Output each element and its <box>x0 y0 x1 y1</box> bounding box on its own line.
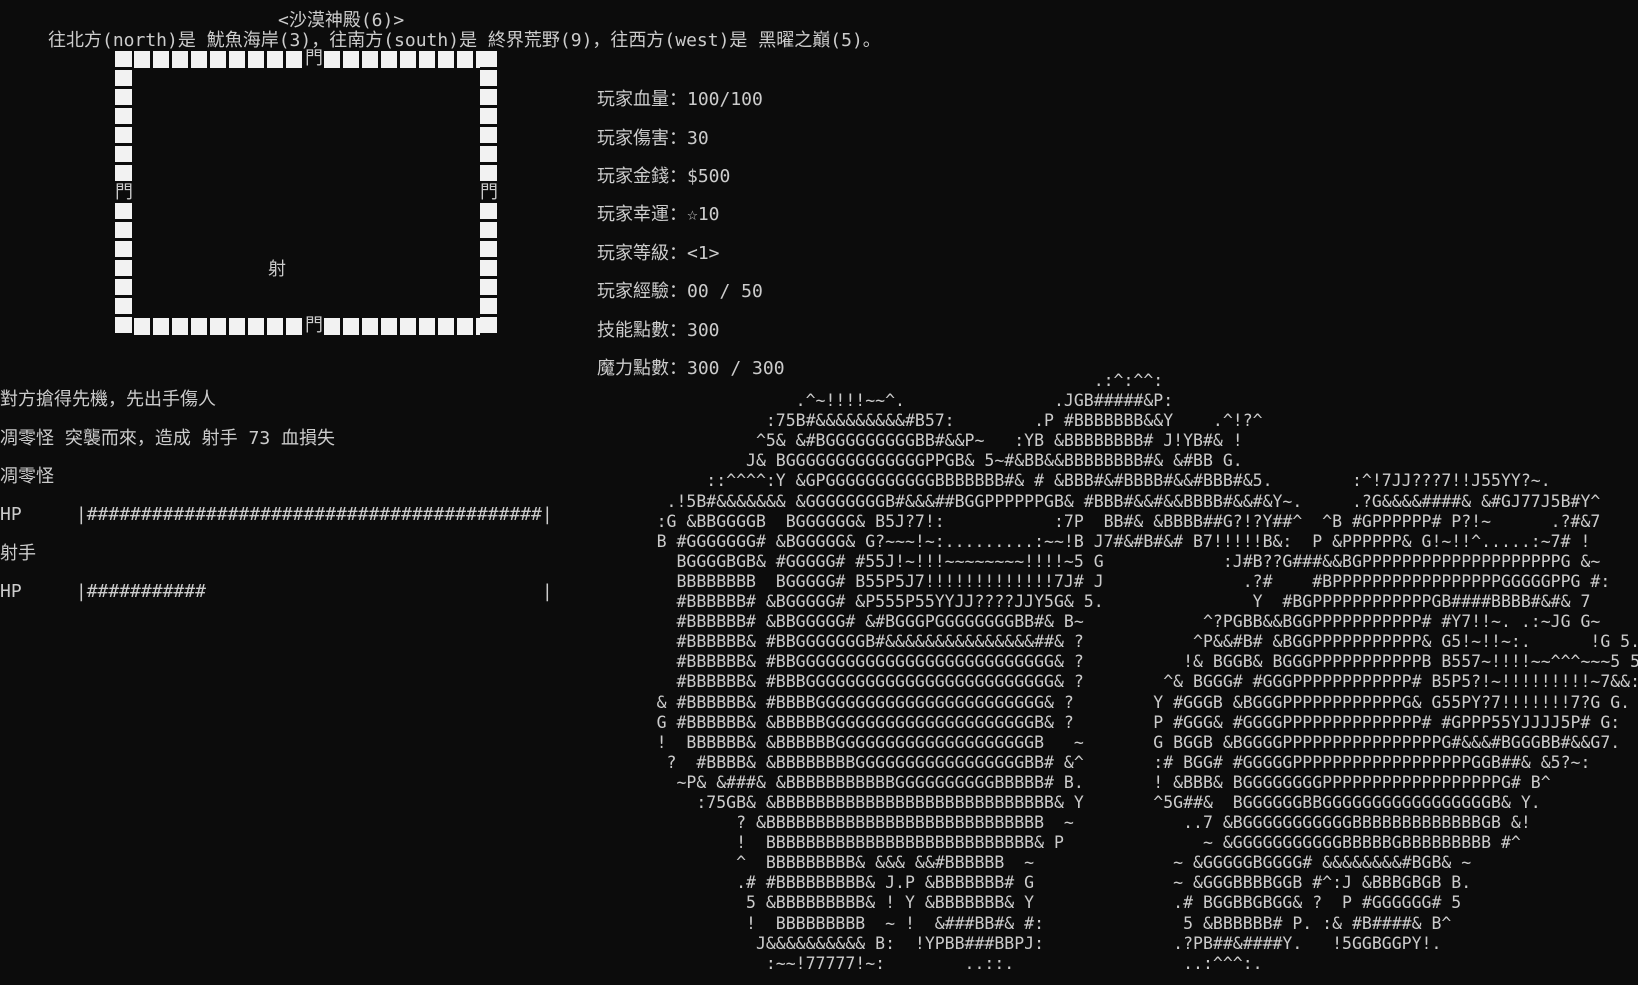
door-west[interactable]: 門 <box>115 183 133 203</box>
stat-label: 玩家金錢 <box>597 166 669 188</box>
door-south[interactable]: 門 <box>305 316 323 336</box>
stat-label: 玩家幸運 <box>597 204 669 226</box>
stat-value: $500 <box>687 166 731 188</box>
stat-row: 玩家等級：<1> <box>597 242 720 264</box>
enemy-name: 凋零怪 <box>0 466 54 488</box>
player-stats: 玩家血量：100/100 玩家傷害：30 玩家金錢：$500 玩家幸運：☆10 … <box>597 71 785 397</box>
stat-value: 300 <box>687 319 720 341</box>
player-name: 射手 <box>0 542 36 564</box>
room-title: <沙漠神殿(6)> <box>278 10 405 31</box>
stat-row: 技能點數：300 <box>597 319 720 341</box>
stat-label: 玩家血量 <box>597 89 669 111</box>
stat-label: 技能點數 <box>597 319 669 341</box>
stat-row: 玩家傷害：30 <box>597 127 709 149</box>
player-hp-bar: |########### | <box>75 581 553 603</box>
battle-log: 對方搶得先機，先出手傷人 凋零怪 突襲而來，造成 射手 73 血損失 凋零怪 H… <box>0 371 553 621</box>
stat-row: 玩家血量：100/100 <box>597 89 763 111</box>
stat-row: 玩家幸運：☆10 <box>597 204 720 226</box>
door-east[interactable]: 門 <box>480 183 498 203</box>
stat-value: 100/100 <box>687 89 763 111</box>
exits-description: 往北方(north)是 魷魚海岸(3)，往南方(south)是 終界荒野(9)，… <box>48 30 881 51</box>
stat-label: 玩家經驗 <box>597 281 669 303</box>
enemy-hp-row: HP |####################################… <box>0 505 553 524</box>
stat-row: 玩家金錢：$500 <box>597 166 731 188</box>
hp-label: HP <box>0 581 22 603</box>
door-north[interactable]: 門 <box>305 49 323 69</box>
player-hp-row: HP |########### | <box>0 582 553 601</box>
stat-value: 00 / 50 <box>687 281 763 303</box>
hp-label: HP <box>0 504 22 526</box>
player-marker: 射 <box>268 259 286 280</box>
battle-message: 對方搶得先機，先出手傷人 <box>0 389 216 411</box>
battle-message: 凋零怪 突襲而來，造成 射手 73 血損失 <box>0 427 336 449</box>
stat-row: 玩家經驗：00 / 50 <box>597 281 763 303</box>
stat-value: 30 <box>687 127 709 149</box>
enemy-hp-bar: |#######################################… <box>75 504 553 526</box>
stat-label: 玩家傷害 <box>597 127 669 149</box>
stat-label: 玩家等級 <box>597 242 669 264</box>
enemy-ascii-art: .:^:^^: .^~!!!!~~^. .JGB#####&P: :75B#&&… <box>656 371 1638 973</box>
stat-value: <1> <box>687 242 720 264</box>
stat-value: ☆10 <box>687 204 720 226</box>
